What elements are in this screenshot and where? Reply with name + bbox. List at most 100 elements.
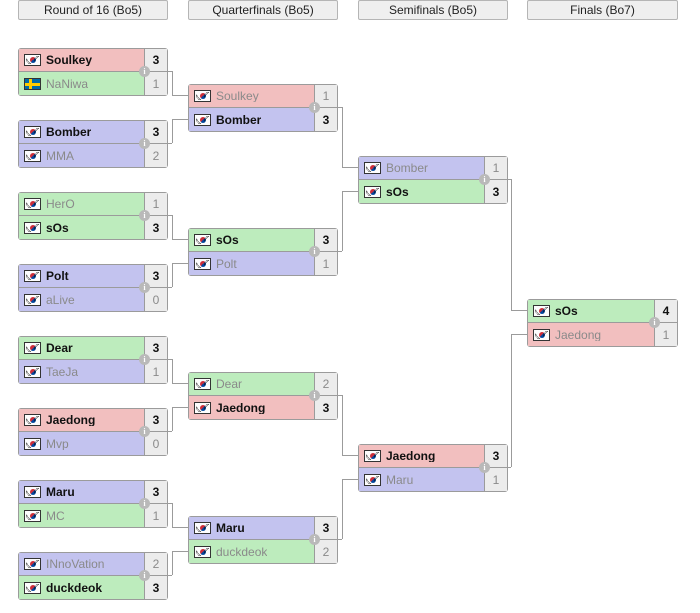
flag-south-korea-icon [194,402,211,414]
team-name: NaNiwa [46,78,88,90]
match-info-icon[interactable]: i [309,246,320,257]
flag-south-korea-icon [24,558,41,570]
round-header-label: Round of 16 (Bo5) [44,3,142,17]
flag-south-korea-icon [24,126,41,138]
match-info-icon[interactable]: i [309,102,320,113]
match-r16-m1[interactable]: Soulkey3NaNiwa1i [18,48,168,96]
connector-h [342,191,358,192]
connector-h [172,527,188,528]
flag-south-korea-icon [194,546,211,558]
match-info-icon[interactable]: i [479,462,490,473]
match-r16-m8[interactable]: INnoVation2duckdeok3i [18,552,168,600]
flag-south-korea-icon [24,198,41,210]
connector-v [172,407,173,431]
team-info: Polt [19,265,144,287]
connector-h [168,575,172,576]
team-name: sOs [386,186,409,198]
match-qf-m3[interactable]: Dear2Jaedong3i [188,372,338,420]
connector-v [172,263,173,287]
team-name: INnoVation [46,558,104,570]
connector-h [172,551,188,552]
flag-south-korea-icon [194,114,211,126]
connector-h [342,455,358,456]
connector-h [511,334,527,335]
match-info-icon[interactable]: i [139,282,150,293]
flag-south-korea-icon [194,378,211,390]
connector-h [168,143,172,144]
match-info-icon[interactable]: i [139,66,150,77]
team-name: sOs [555,305,578,317]
team-name: sOs [216,234,239,246]
round-header-3: Finals (Bo7) [527,0,678,20]
connector-v [172,359,173,383]
team-info: NaNiwa [19,72,144,95]
team-info: Dear [19,337,144,359]
match-r16-m5[interactable]: Dear3TaeJa1i [18,336,168,384]
team-name: Jaedong [46,414,95,426]
flag-south-korea-icon [194,258,211,270]
connector-h [338,251,342,252]
team-info: sOs [359,180,484,203]
match-r16-m6[interactable]: Jaedong3Mvp0i [18,408,168,456]
team-name: Bomber [216,114,261,126]
team-name: HerO [46,198,75,210]
team-info: Bomber [359,157,484,179]
match-f-m1[interactable]: sOs4Jaedong1i [527,299,678,347]
connector-h [172,119,188,120]
connector-v [511,179,512,310]
flag-south-korea-icon [194,522,211,534]
match-info-icon[interactable]: i [309,390,320,401]
flag-south-korea-icon [24,270,41,282]
team-info: Maru [189,517,314,539]
match-info-icon[interactable]: i [139,138,150,149]
match-info-icon[interactable]: i [479,174,490,185]
team-info: Polt [189,252,314,275]
connector-h [338,539,342,540]
team-info: Soulkey [19,49,144,71]
team-name: Dear [216,378,242,390]
match-r16-m7[interactable]: Maru3MC1i [18,480,168,528]
match-info-icon[interactable]: i [139,354,150,365]
match-r16-m4[interactable]: Polt3aLive0i [18,264,168,312]
flag-south-korea-icon [24,510,41,522]
team-info: Jaedong [359,445,484,467]
flag-south-korea-icon [24,294,41,306]
team-name: Jaedong [216,402,265,414]
tournament-bracket: Round of 16 (Bo5)Quarterfinals (Bo5)Semi… [0,0,700,613]
team-info: MMA [19,144,144,167]
match-r16-m3[interactable]: HerO1sOs3i [18,192,168,240]
connector-h [511,310,527,311]
flag-south-korea-icon [364,450,381,462]
team-name: MC [46,510,65,522]
team-info: Bomber [189,108,314,131]
match-info-icon[interactable]: i [649,317,660,328]
match-qf-m1[interactable]: Soulkey1Bomber3i [188,84,338,132]
match-qf-m2[interactable]: sOs3Polt1i [188,228,338,276]
connector-h [172,407,188,408]
match-info-icon[interactable]: i [139,570,150,581]
team-name: Maru [46,486,75,498]
match-info-icon[interactable]: i [139,498,150,509]
match-sf-m2[interactable]: Jaedong3Maru1i [358,444,508,492]
connector-h [172,263,188,264]
team-name: Dear [46,342,73,354]
connector-v [342,107,343,167]
flag-south-korea-icon [24,366,41,378]
connector-h [342,167,358,168]
team-info: Maru [359,468,484,491]
team-info: duckdeok [189,540,314,563]
connector-h [342,479,358,480]
match-qf-m4[interactable]: Maru3duckdeok2i [188,516,338,564]
flag-south-korea-icon [533,305,550,317]
team-info: Mvp [19,432,144,455]
team-name: Bomber [46,126,91,138]
match-info-icon[interactable]: i [139,426,150,437]
match-r16-m2[interactable]: Bomber3MMA2i [18,120,168,168]
match-sf-m1[interactable]: Bomber1sOs3i [358,156,508,204]
team-name: MMA [46,150,74,162]
connector-h [168,431,172,432]
team-name: aLive [46,294,75,306]
match-info-icon[interactable]: i [309,534,320,545]
round-header-label: Finals (Bo7) [570,3,635,17]
match-info-icon[interactable]: i [139,210,150,221]
